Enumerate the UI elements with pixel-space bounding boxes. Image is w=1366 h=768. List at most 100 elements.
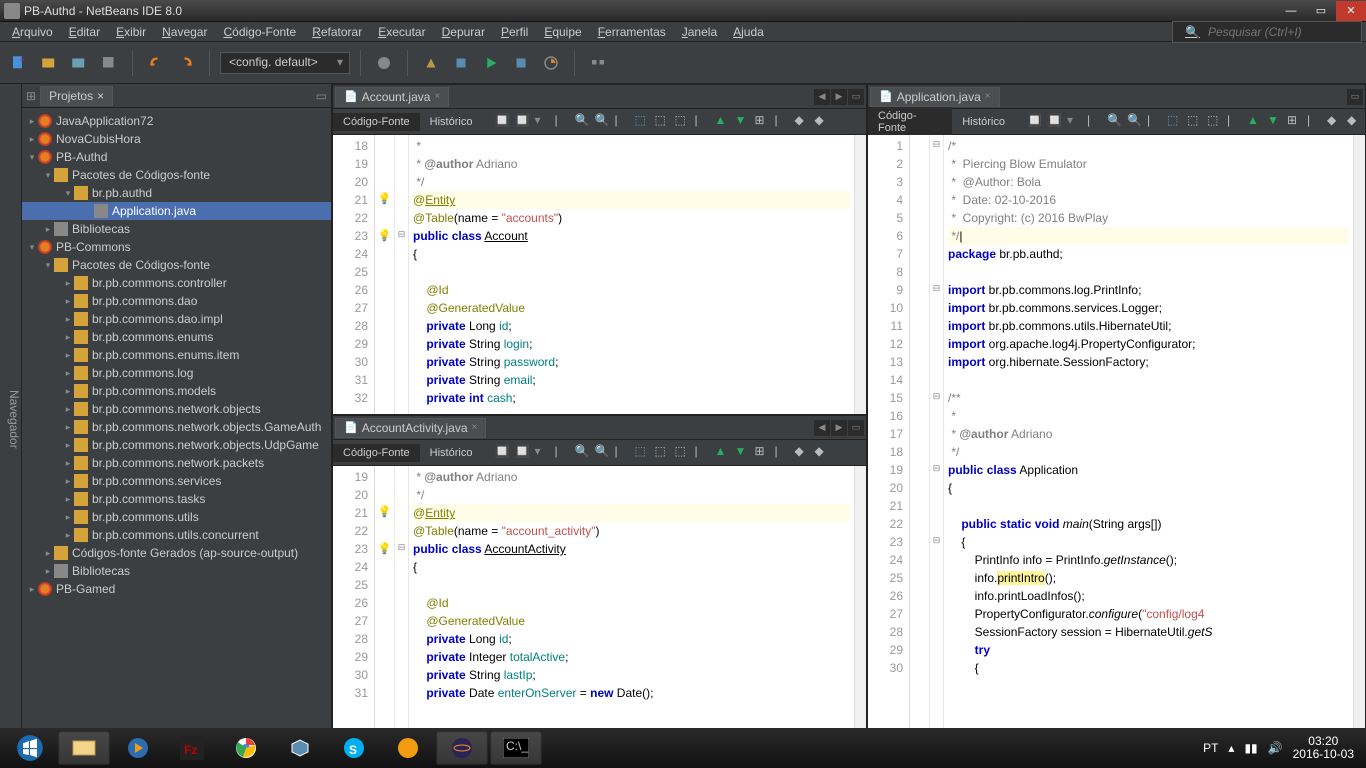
volume-icon[interactable]: 🔊 [1268, 741, 1283, 755]
build-button[interactable] [418, 50, 444, 76]
menu-editar[interactable]: Editar [61, 23, 108, 41]
nav-fwd-icon[interactable]: ▶ [831, 420, 847, 436]
close-button[interactable]: ✕ [1336, 1, 1366, 21]
tree-project[interactable]: PB-Gamed [56, 582, 115, 596]
close-icon[interactable]: × [434, 91, 440, 102]
menu-equipe[interactable]: Equipe [536, 23, 589, 41]
source-tab[interactable]: Código-Fonte [868, 107, 952, 137]
maximize-icon[interactable]: ▭ [848, 89, 864, 105]
tree-package[interactable]: br.pb.commons.enums.item [92, 348, 239, 362]
tree-package[interactable]: br.pb.commons.services [92, 474, 221, 488]
globe-icon[interactable] [371, 50, 397, 76]
tree-project[interactable]: PB-Authd [56, 150, 107, 164]
editor-tab-accountactivity[interactable]: 📄 AccountActivity.java × [335, 418, 486, 438]
profile-button[interactable] [538, 50, 564, 76]
maximize-button[interactable]: ▭ [1306, 1, 1336, 21]
attach-button[interactable] [585, 50, 611, 76]
code-editor-account[interactable]: 181920212223242526272829303132 💡 💡 ⊟ * *… [333, 135, 866, 414]
chrome-task[interactable] [220, 731, 272, 765]
tree-file-selected[interactable]: Application.java [112, 204, 196, 218]
tree-package[interactable]: br.pb.commons.tasks [92, 492, 205, 506]
tree-folder[interactable]: Pacotes de Códigos-fonte [72, 168, 210, 182]
nav-back-icon[interactable]: ◀ [814, 420, 830, 436]
tree-project[interactable]: NovaCubisHora [56, 132, 141, 146]
editor-tab-account[interactable]: 📄 Account.java × [335, 87, 449, 107]
menu-navegar[interactable]: Navegar [154, 23, 215, 41]
tree-folder[interactable]: Bibliotecas [72, 222, 130, 236]
tree-package[interactable]: br.pb.commons.controller [92, 276, 227, 290]
virtualbox-task[interactable] [274, 731, 326, 765]
tree-package[interactable]: br.pb.authd [92, 186, 152, 200]
language-indicator[interactable]: PT [1203, 741, 1218, 755]
debug-button[interactable] [508, 50, 534, 76]
new-file-button[interactable]: + [6, 50, 32, 76]
code-editor-accountactivity[interactable]: 19202122232425262728293031 💡 💡 ⊟ * @auth… [333, 466, 866, 745]
menu-codigo-fonte[interactable]: Código-Fonte [215, 23, 304, 41]
open-project-button[interactable] [66, 50, 92, 76]
tree-package[interactable]: br.pb.commons.enums [92, 330, 213, 344]
quick-search[interactable]: 🔍 [1172, 21, 1362, 43]
history-tab[interactable]: Histórico [952, 113, 1015, 131]
menu-refatorar[interactable]: Refatorar [304, 23, 370, 41]
minimize-panel-icon[interactable]: ▭ [316, 89, 327, 103]
dock-icon[interactable]: ⊞ [26, 89, 36, 103]
clock[interactable]: 03:202016-10-03 [1293, 735, 1354, 761]
close-icon[interactable]: × [472, 422, 478, 433]
undo-button[interactable] [143, 50, 169, 76]
network-icon[interactable]: ▮▮ [1244, 741, 1257, 755]
maximize-icon[interactable]: ▭ [1347, 89, 1363, 105]
maximize-icon[interactable]: ▭ [848, 420, 864, 436]
close-icon[interactable]: × [97, 89, 104, 103]
nav-fwd-icon[interactable]: ▶ [831, 89, 847, 105]
tree-package[interactable]: br.pb.commons.dao.impl [92, 312, 223, 326]
nav-back-icon[interactable]: ◀ [814, 89, 830, 105]
tree-folder[interactable]: Códigos-fonte Gerados (ap-source-output) [72, 546, 298, 560]
new-project-button[interactable] [36, 50, 62, 76]
tree-project[interactable]: JavaApplication72 [56, 114, 153, 128]
menu-exibir[interactable]: Exibir [108, 23, 154, 41]
tree-package[interactable]: br.pb.commons.network.packets [92, 456, 264, 470]
menu-perfil[interactable]: Perfil [493, 23, 536, 41]
eclipse-task[interactable] [436, 731, 488, 765]
tree-folder[interactable]: Pacotes de Códigos-fonte [72, 258, 210, 272]
tree-package[interactable]: br.pb.commons.dao [92, 294, 197, 308]
close-icon[interactable]: × [985, 91, 991, 102]
tree-package[interactable]: br.pb.commons.network.objects.GameAuth [92, 420, 321, 434]
skype-task[interactable]: S [328, 731, 380, 765]
editor-tab-application[interactable]: 📄 Application.java × [870, 87, 1000, 107]
menu-depurar[interactable]: Depurar [434, 23, 493, 41]
tray-arrow-icon[interactable]: ▴ [1228, 741, 1234, 755]
search-input[interactable] [1208, 25, 1357, 39]
projects-tab[interactable]: Projetos× [40, 86, 113, 106]
save-all-button[interactable] [96, 50, 122, 76]
clean-build-button[interactable] [448, 50, 474, 76]
menu-executar[interactable]: Executar [370, 23, 433, 41]
code-editor-application[interactable]: 1234567891011121314151617181920212223242… [868, 135, 1365, 745]
menu-ferramentas[interactable]: Ferramentas [590, 23, 674, 41]
tree-package[interactable]: br.pb.commons.network.objects.UdpGame [92, 438, 319, 452]
source-tab[interactable]: Código-Fonte [333, 113, 420, 131]
menu-janela[interactable]: Janela [674, 23, 725, 41]
minimize-button[interactable]: — [1276, 1, 1306, 21]
tree-folder[interactable]: Bibliotecas [72, 564, 130, 578]
tree-package[interactable]: br.pb.commons.utils.concurrent [92, 528, 259, 542]
project-tree[interactable]: ▸JavaApplication72 ▸NovaCubisHora ▾PB-Au… [22, 108, 331, 746]
media-player-task[interactable] [112, 731, 164, 765]
history-tab[interactable]: Histórico [420, 113, 483, 131]
tree-package[interactable]: br.pb.commons.log [92, 366, 193, 380]
filezilla-task[interactable]: Fz [166, 731, 218, 765]
run-button[interactable] [478, 50, 504, 76]
menu-arquivo[interactable]: Arquivo [4, 23, 61, 41]
cmd-task[interactable]: C:\_ [490, 731, 542, 765]
menu-ajuda[interactable]: Ajuda [725, 23, 772, 41]
tree-project[interactable]: PB-Commons [56, 240, 131, 254]
start-button[interactable] [4, 731, 56, 765]
app-task[interactable] [382, 731, 434, 765]
redo-button[interactable] [173, 50, 199, 76]
explorer-task[interactable] [58, 731, 110, 765]
tree-package[interactable]: br.pb.commons.models [92, 384, 216, 398]
config-selector[interactable]: <config. default> [220, 52, 350, 74]
tree-package[interactable]: br.pb.commons.network.objects [92, 402, 261, 416]
tree-package[interactable]: br.pb.commons.utils [92, 510, 199, 524]
history-tab[interactable]: Histórico [420, 444, 483, 462]
